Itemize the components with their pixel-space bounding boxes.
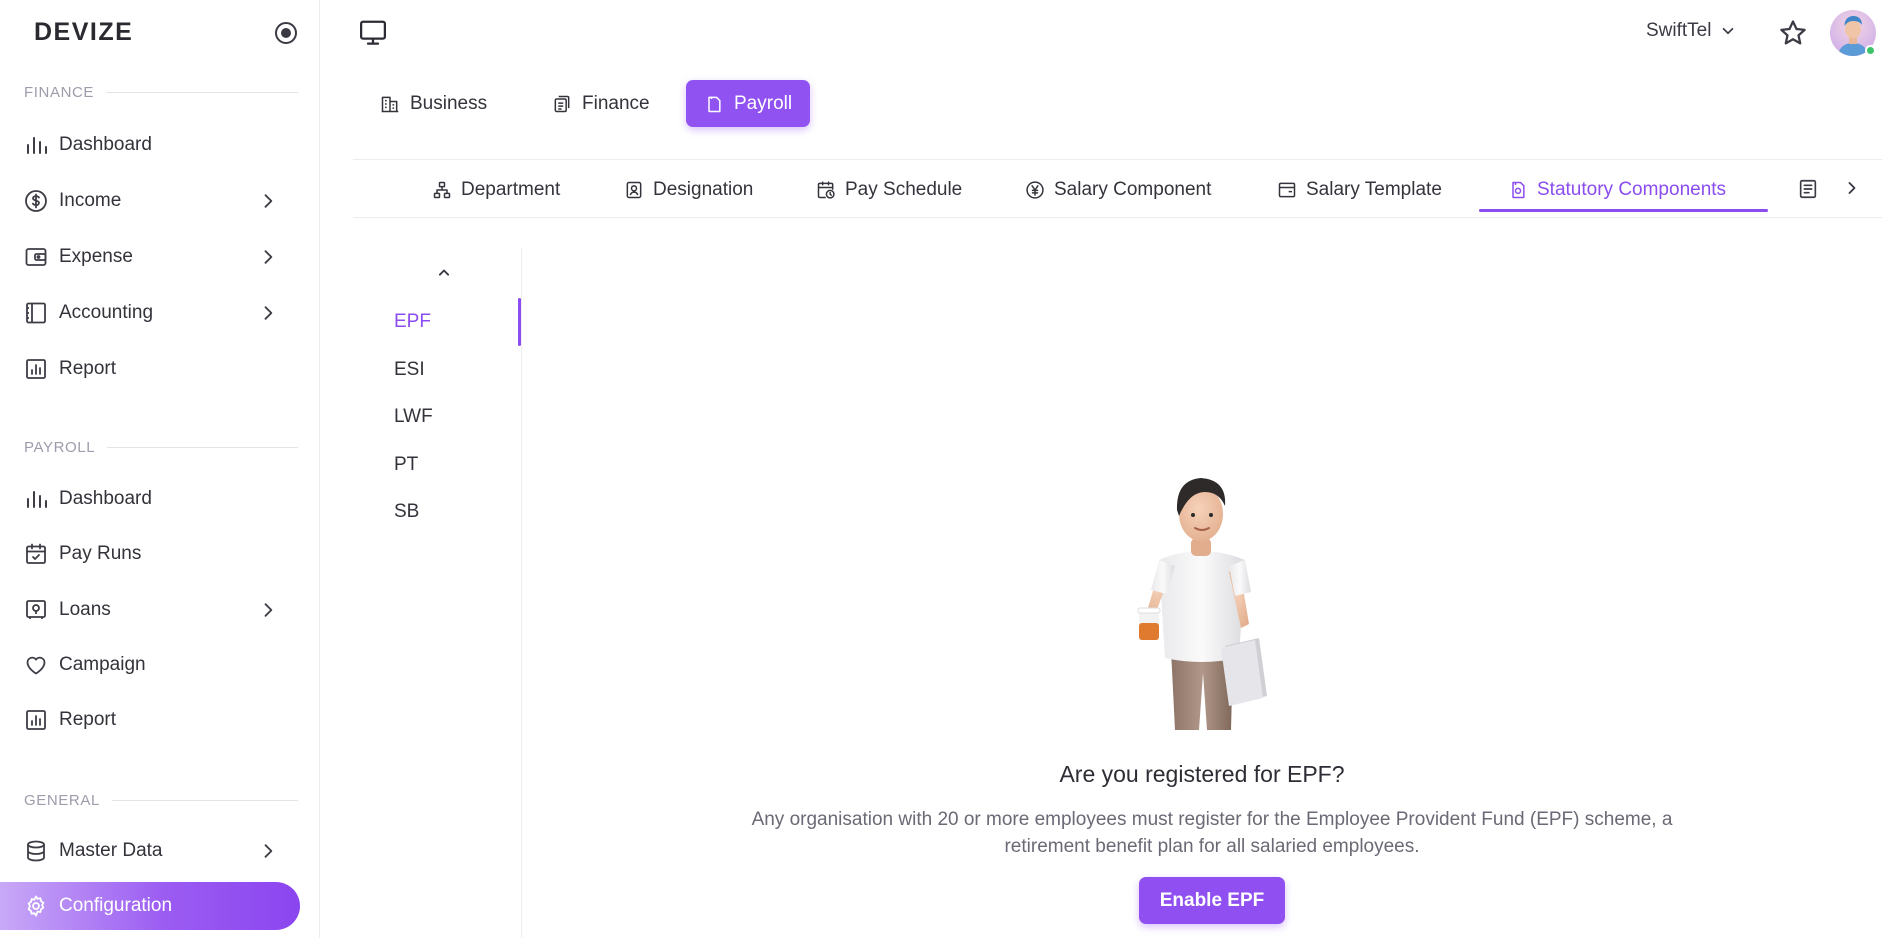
chevron-right-icon xyxy=(264,194,273,208)
online-status-dot xyxy=(1865,45,1876,56)
subtabs-top-divider xyxy=(353,159,1882,160)
chevron-down-icon xyxy=(1723,27,1734,35)
sidebar-item-payroll-report[interactable]: Report xyxy=(0,696,300,744)
chevron-right-icon xyxy=(264,603,273,617)
subtab-salary-component[interactable]: Salary Component xyxy=(1025,170,1211,210)
statutory-item-sb[interactable]: SB xyxy=(394,501,419,523)
statutory-item-esi[interactable]: ESI xyxy=(394,359,425,381)
section-label-general: GENERAL xyxy=(24,792,298,809)
template-icon xyxy=(1278,182,1296,198)
subtab-designation[interactable]: Designation xyxy=(624,170,753,210)
sidebar-item-finance-report[interactable]: Report xyxy=(0,345,300,393)
calendar-clock-icon xyxy=(817,181,835,199)
sidebar-item-finance-dashboard[interactable]: Dashboard xyxy=(0,121,300,169)
sidebar-item-payroll-dashboard[interactable]: Dashboard xyxy=(0,475,300,523)
statutory-item-epf[interactable]: EPF xyxy=(394,311,431,333)
dollar-circle-icon xyxy=(25,190,47,212)
chevron-up-icon[interactable] xyxy=(434,263,454,283)
statutory-item-pt[interactable]: PT xyxy=(394,454,418,476)
calendar-check-icon xyxy=(26,543,46,564)
sidebar-item-campaign[interactable]: Campaign xyxy=(0,641,300,689)
content-heading: Are you registered for EPF? xyxy=(1059,761,1345,787)
org-chart-icon xyxy=(433,181,451,199)
building-icon xyxy=(381,96,399,112)
person-illustration xyxy=(1137,478,1267,730)
sidebar-item-loans[interactable]: Loans xyxy=(0,586,300,634)
brand-logo[interactable]: DEVIZE xyxy=(34,18,133,47)
tab-business[interactable]: Business xyxy=(362,80,505,127)
active-statutory-indicator xyxy=(518,298,521,346)
chevron-right-icon[interactable] xyxy=(1842,178,1862,198)
sidebar-item-expense[interactable]: Expense xyxy=(0,233,300,281)
section-label-finance: FINANCE xyxy=(24,84,298,101)
statutory-list-divider xyxy=(521,248,522,938)
shield-doc-icon xyxy=(1512,181,1525,199)
gear-icon xyxy=(27,895,45,917)
monitor-icon[interactable] xyxy=(358,18,388,48)
subtab-pay-schedule[interactable]: Pay Schedule xyxy=(816,170,962,210)
safe-icon xyxy=(26,600,46,619)
enable-epf-button[interactable]: Enable EPF xyxy=(1139,877,1285,924)
payroll-doc-icon xyxy=(708,96,721,112)
heart-icon xyxy=(26,656,46,675)
database-icon xyxy=(27,840,45,862)
sidebar-item-pay-runs[interactable]: Pay Runs xyxy=(0,530,300,578)
sidebar-item-master-data[interactable]: Master Data xyxy=(0,827,300,875)
sidebar-item-income[interactable]: Income xyxy=(0,177,300,225)
star-icon[interactable] xyxy=(1778,18,1808,48)
statutory-item-lwf[interactable]: LWF xyxy=(394,406,433,428)
sidebar-item-accounting[interactable]: Accounting xyxy=(0,289,300,337)
organization-switcher[interactable]: SwiftTel xyxy=(1646,20,1737,42)
subtabs-bottom-divider xyxy=(353,217,1882,218)
chevron-right-icon xyxy=(264,250,273,264)
bar-chart-icon xyxy=(27,137,47,154)
chevron-right-icon xyxy=(264,306,273,320)
wallet-icon xyxy=(25,248,47,266)
subtab-salary-template[interactable]: Salary Template xyxy=(1277,170,1442,210)
document-list-icon[interactable] xyxy=(1797,178,1819,200)
active-subtab-indicator xyxy=(1479,209,1768,212)
subtab-department[interactable]: Department xyxy=(432,170,560,210)
documents-icon xyxy=(554,95,570,112)
report-icon xyxy=(26,359,46,379)
sidebar-item-configuration[interactable]: Configuration xyxy=(0,882,300,930)
id-badge-icon xyxy=(626,181,642,199)
content-description: Any organisation with 20 or more employe… xyxy=(751,809,1673,857)
sidebar-collapse-toggle[interactable] xyxy=(275,22,297,44)
tab-payroll[interactable]: Payroll xyxy=(686,80,811,127)
section-label-payroll: PAYROLL xyxy=(24,439,298,456)
bar-chart-icon xyxy=(27,491,47,508)
report-icon xyxy=(26,710,46,730)
tab-finance[interactable]: Finance xyxy=(534,80,668,127)
sidebar: DEVIZE FINANCE Dashboard Income Expense … xyxy=(0,0,320,938)
subtab-statutory-components[interactable]: Statutory Components xyxy=(1508,170,1726,210)
chevron-right-icon xyxy=(264,844,273,858)
ledger-icon xyxy=(26,302,46,324)
currency-circle-icon xyxy=(1026,181,1044,199)
